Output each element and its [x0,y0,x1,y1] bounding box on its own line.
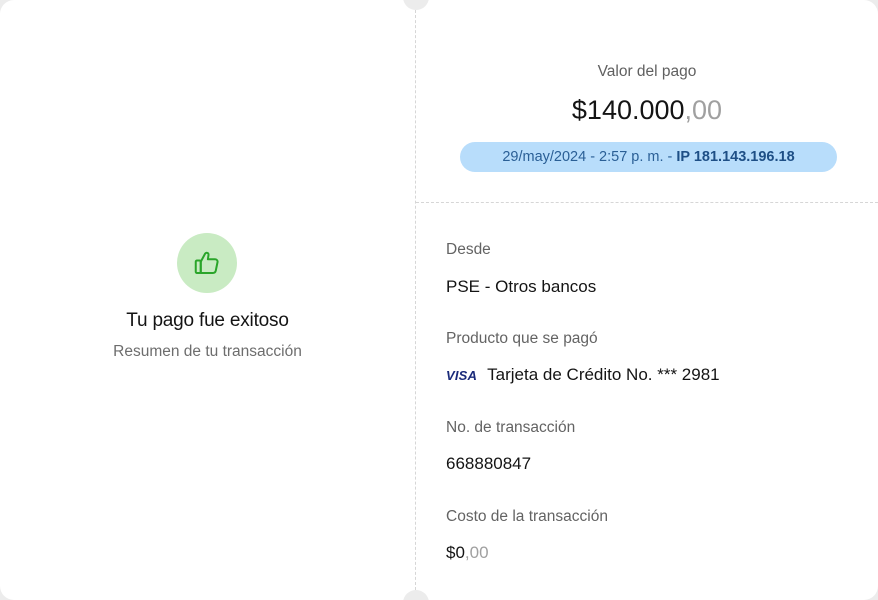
payment-date: 29/may/2024 - 2:57 p. m. - [502,149,673,165]
date-ip-badge: 29/may/2024 - 2:57 p. m. - IP 181.143.19… [460,142,837,172]
product-label: Producto que se pagó [446,330,598,347]
horizontal-divider [416,202,878,203]
transaction-cost-label: Costo de la transacción [446,508,608,525]
transaction-number-label: No. de transacción [446,419,576,436]
product-value: Tarjeta de Crédito No. *** 2981 [487,365,720,384]
from-label: Desde [446,241,491,258]
payment-receipt-card: Tu pago fue exitoso Resumen de tu transa… [0,0,878,600]
amount-label: Valor del pago [597,63,697,80]
product-value-row: VISA Tarjeta de Crédito No. *** 2981 [446,365,720,385]
transaction-cost-value: $0,00 [446,543,489,563]
from-value: PSE - Otros bancos [446,277,597,296]
visa-logo-icon: VISA [446,367,478,383]
success-panel: Tu pago fue exitoso Resumen de tu transa… [0,0,415,600]
amount-cents: ,00 [684,95,723,125]
success-title: Tu pago fue exitoso [126,310,289,331]
cost-cents: ,00 [464,543,489,562]
amount-value: $140.000,00 [416,95,878,126]
payment-ip: IP 181.143.196.18 [676,149,795,165]
transaction-number-value: 668880847 [446,454,532,473]
thumbs-up-icon [177,233,237,293]
cost-main: $0 [446,543,465,562]
amount-main: $140.000 [571,95,685,125]
details-panel: Valor del pago $140.000,00 29/may/2024 -… [416,0,878,600]
success-subtitle: Resumen de tu transacción [113,343,302,360]
